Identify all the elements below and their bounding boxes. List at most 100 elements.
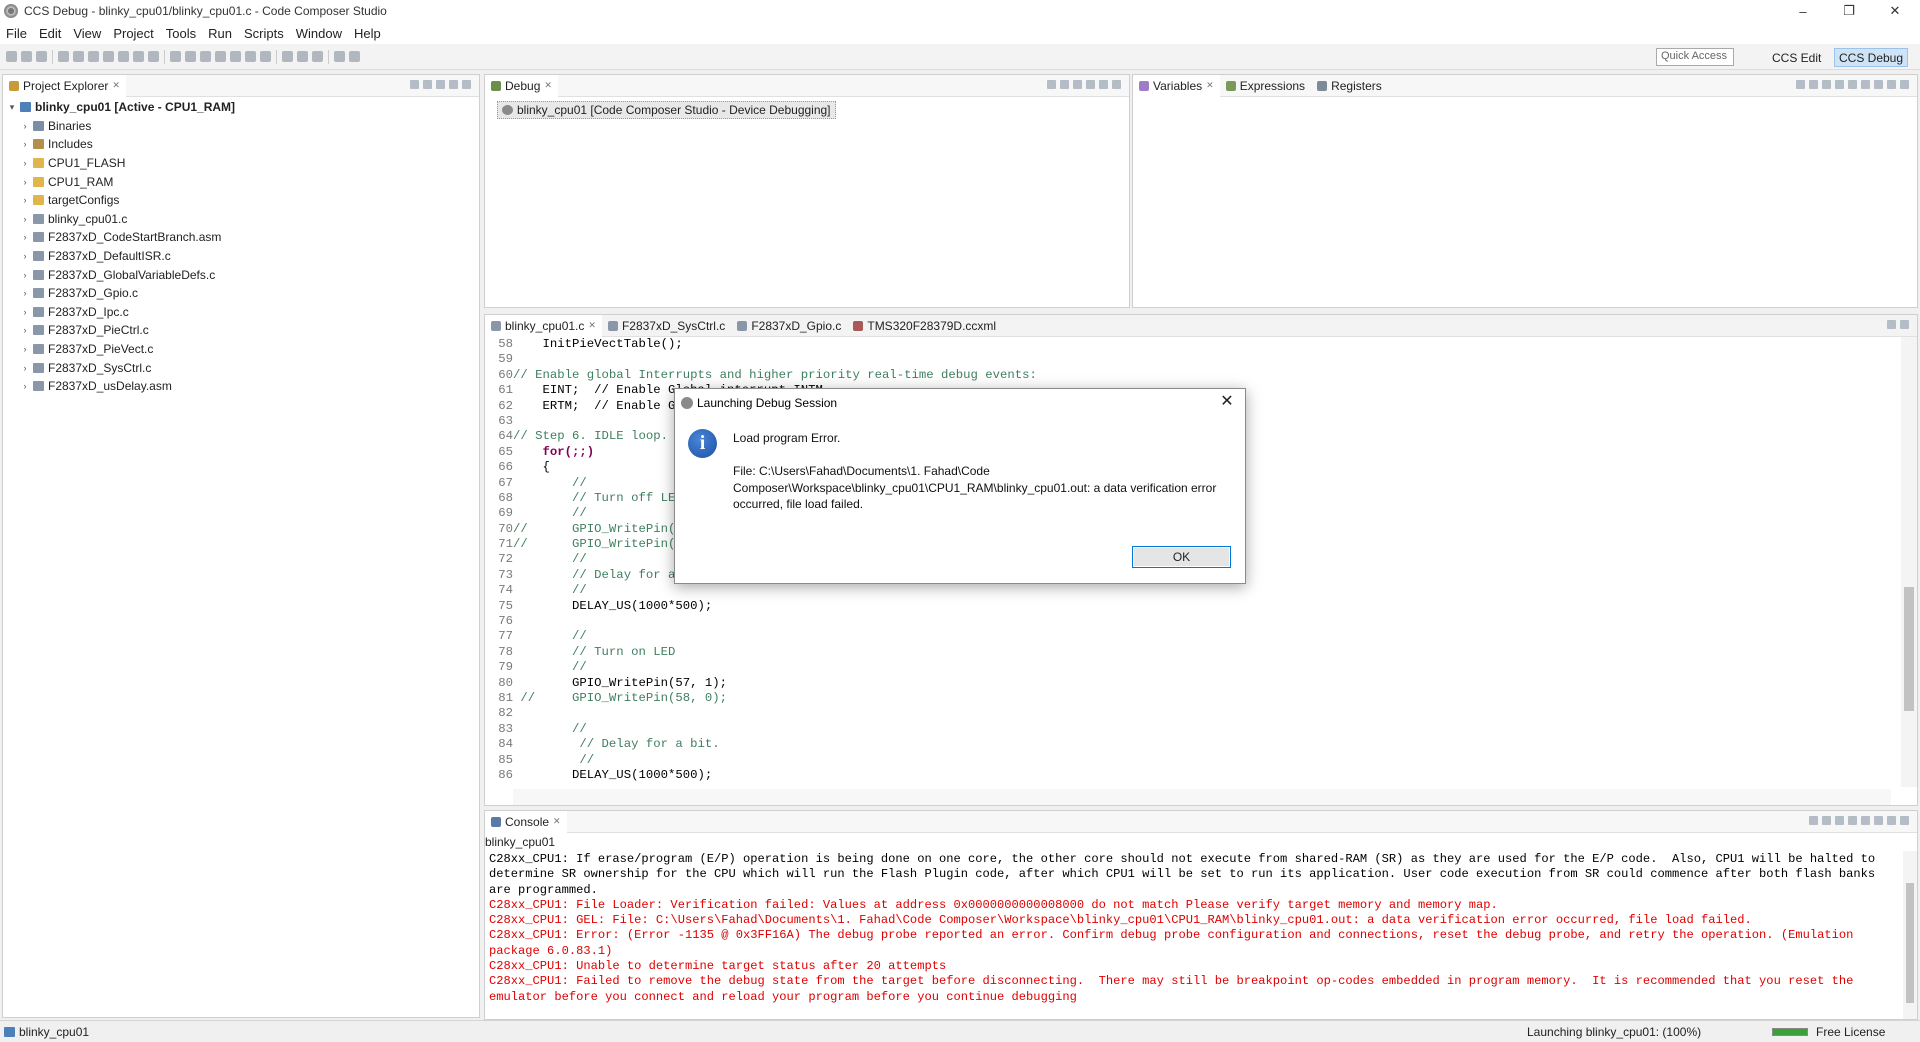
pin-console-icon[interactable] — [1835, 816, 1844, 825]
perspective-ccs-debug[interactable]: CCS Debug — [1834, 48, 1909, 67]
search-icon[interactable] — [297, 51, 308, 62]
ok-button[interactable]: OK — [1132, 546, 1231, 568]
minimize-view-icon[interactable] — [1887, 816, 1896, 825]
tab-console[interactable]: Console ✕ — [485, 810, 567, 833]
tree-item[interactable]: › F2837xD_PieVect.c — [7, 340, 479, 359]
expand-arrow-icon[interactable]: › — [20, 270, 30, 280]
clear-console-icon[interactable] — [1809, 816, 1818, 825]
new-icon[interactable] — [6, 51, 17, 62]
run-icon[interactable] — [349, 51, 360, 62]
collapse-all-icon[interactable] — [410, 80, 419, 89]
view-menu-icon[interactable] — [1874, 816, 1883, 825]
load-program-icon[interactable] — [230, 51, 241, 62]
restore-button[interactable]: ❐ — [1826, 0, 1872, 22]
perspective-ccs-edit[interactable]: CCS Edit — [1768, 48, 1825, 67]
progress-bar[interactable] — [1772, 1027, 1808, 1036]
dialog-close-button[interactable]: ✕ — [1215, 391, 1239, 413]
step-into-icon[interactable] — [118, 51, 129, 62]
console-output[interactable]: C28xx_CPU1: If erase/program (E/P) opera… — [489, 852, 1897, 1017]
display-console-icon[interactable] — [1848, 816, 1857, 825]
maximize-view-icon[interactable] — [1112, 80, 1121, 89]
editor-scroll-thumb[interactable] — [1904, 587, 1914, 711]
tree-item[interactable]: › F2837xD_Gpio.c — [7, 284, 479, 303]
expand-arrow-icon[interactable]: › — [20, 177, 30, 187]
link-editor-icon[interactable] — [423, 80, 432, 89]
tree-item[interactable]: › F2837xD_CodeStartBranch.asm — [7, 228, 479, 247]
quick-access-field[interactable]: Quick Access — [1656, 48, 1734, 66]
menu-help[interactable]: Help — [348, 26, 387, 41]
tab-debug[interactable]: Debug ✕ — [485, 74, 558, 97]
menu-scripts[interactable]: Scripts — [238, 26, 290, 41]
console-vertical-scrollbar[interactable] — [1903, 851, 1917, 1019]
menu-project[interactable]: Project — [107, 26, 159, 41]
console-scroll-thumb[interactable] — [1906, 883, 1914, 1003]
refresh-icon[interactable] — [1861, 80, 1870, 89]
tab-project-explorer[interactable]: Project Explorer ✕ — [3, 74, 126, 97]
asm-step-over-icon[interactable] — [185, 51, 196, 62]
select-all-icon[interactable] — [1809, 80, 1818, 89]
show-type-icon[interactable] — [1796, 80, 1805, 89]
minimize-view-icon[interactable] — [1887, 80, 1896, 89]
memory-icon[interactable] — [260, 51, 271, 62]
minimize-button[interactable]: – — [1780, 0, 1826, 22]
tree-item[interactable]: › F2837xD_SysCtrl.c — [7, 358, 479, 377]
tree-item[interactable]: › F2837xD_usDelay.asm — [7, 377, 479, 396]
menu-tools[interactable]: Tools — [160, 26, 202, 41]
debug-icon[interactable] — [282, 51, 293, 62]
remove-terminated-icon[interactable] — [1047, 80, 1056, 89]
menu-run[interactable]: Run — [202, 26, 238, 41]
expand-arrow-icon[interactable]: › — [20, 121, 30, 131]
menu-edit[interactable]: Edit — [33, 26, 67, 41]
tree-item[interactable]: › Includes — [7, 135, 479, 154]
tree-item[interactable]: › targetConfigs — [7, 191, 479, 210]
tab-f2837xd-gpio-c[interactable]: F2837xD_Gpio.c — [731, 315, 847, 337]
link-icon[interactable] — [1073, 80, 1082, 89]
expand-arrow-icon[interactable]: › — [20, 344, 30, 354]
tree-item[interactable]: › F2837xD_GlobalVariableDefs.c — [7, 265, 479, 284]
open-console-icon[interactable] — [1861, 816, 1870, 825]
expand-arrow-icon[interactable]: › — [20, 381, 30, 391]
expand-arrow-icon[interactable]: ▾ — [7, 102, 17, 113]
tab-variables[interactable]: Variables ✕ — [1133, 74, 1220, 97]
close-tab-icon[interactable]: ✕ — [112, 80, 120, 91]
reload-program-icon[interactable] — [245, 51, 256, 62]
step-over-icon[interactable] — [133, 51, 144, 62]
tree-item[interactable]: › F2837xD_PieCtrl.c — [7, 321, 479, 340]
tab-registers[interactable]: Registers — [1311, 75, 1388, 97]
editor-horizontal-scrollbar[interactable] — [513, 789, 1891, 805]
debug-session-item[interactable]: blinky_cpu01 [Code Composer Studio - Dev… — [497, 101, 836, 119]
tree-item[interactable]: › F2837xD_Ipc.c — [7, 303, 479, 322]
build-icon[interactable] — [334, 51, 345, 62]
tree-item[interactable]: › CPU1_FLASH — [7, 154, 479, 173]
tab-blinky-cpu01-c[interactable]: blinky_cpu01.c ✕ — [485, 314, 602, 337]
expand-arrow-icon[interactable]: › — [20, 214, 30, 224]
save-all-icon[interactable] — [36, 51, 47, 62]
menu-view[interactable]: View — [67, 26, 107, 41]
expand-arrow-icon[interactable]: › — [20, 307, 30, 317]
remove-icon[interactable] — [1835, 80, 1844, 89]
close-tab-icon[interactable]: ✕ — [1206, 80, 1214, 91]
minimize-view-icon[interactable] — [1099, 80, 1108, 89]
tree-root[interactable]: ▾ blinky_cpu01 [Active - CPU1_RAM] — [7, 98, 479, 117]
view-menu-icon[interactable] — [1874, 80, 1883, 89]
close-tab-icon[interactable]: ✕ — [544, 80, 552, 91]
expand-arrow-icon[interactable]: › — [20, 195, 30, 205]
minimize-view-icon[interactable] — [449, 80, 458, 89]
asm-step-into-icon[interactable] — [170, 51, 181, 62]
tree-item[interactable]: › CPU1_RAM — [7, 172, 479, 191]
suspend-icon[interactable] — [73, 51, 84, 62]
disconnect-icon[interactable] — [103, 51, 114, 62]
tab-expressions[interactable]: Expressions — [1220, 75, 1311, 97]
save-icon[interactable] — [21, 51, 32, 62]
editor-vertical-scrollbar[interactable] — [1901, 337, 1917, 787]
expand-arrow-icon[interactable]: › — [20, 158, 30, 168]
remove-all-icon[interactable] — [1848, 80, 1857, 89]
external-tools-icon[interactable] — [312, 51, 323, 62]
close-tab-icon[interactable]: ✕ — [588, 320, 596, 331]
expand-arrow-icon[interactable]: › — [20, 139, 30, 149]
expand-arrow-icon[interactable]: › — [20, 251, 30, 261]
maximize-view-icon[interactable] — [462, 80, 471, 89]
tree-item[interactable]: › F2837xD_DefaultISR.c — [7, 247, 479, 266]
restart-icon[interactable] — [215, 51, 226, 62]
minimize-view-icon[interactable] — [1887, 320, 1896, 329]
